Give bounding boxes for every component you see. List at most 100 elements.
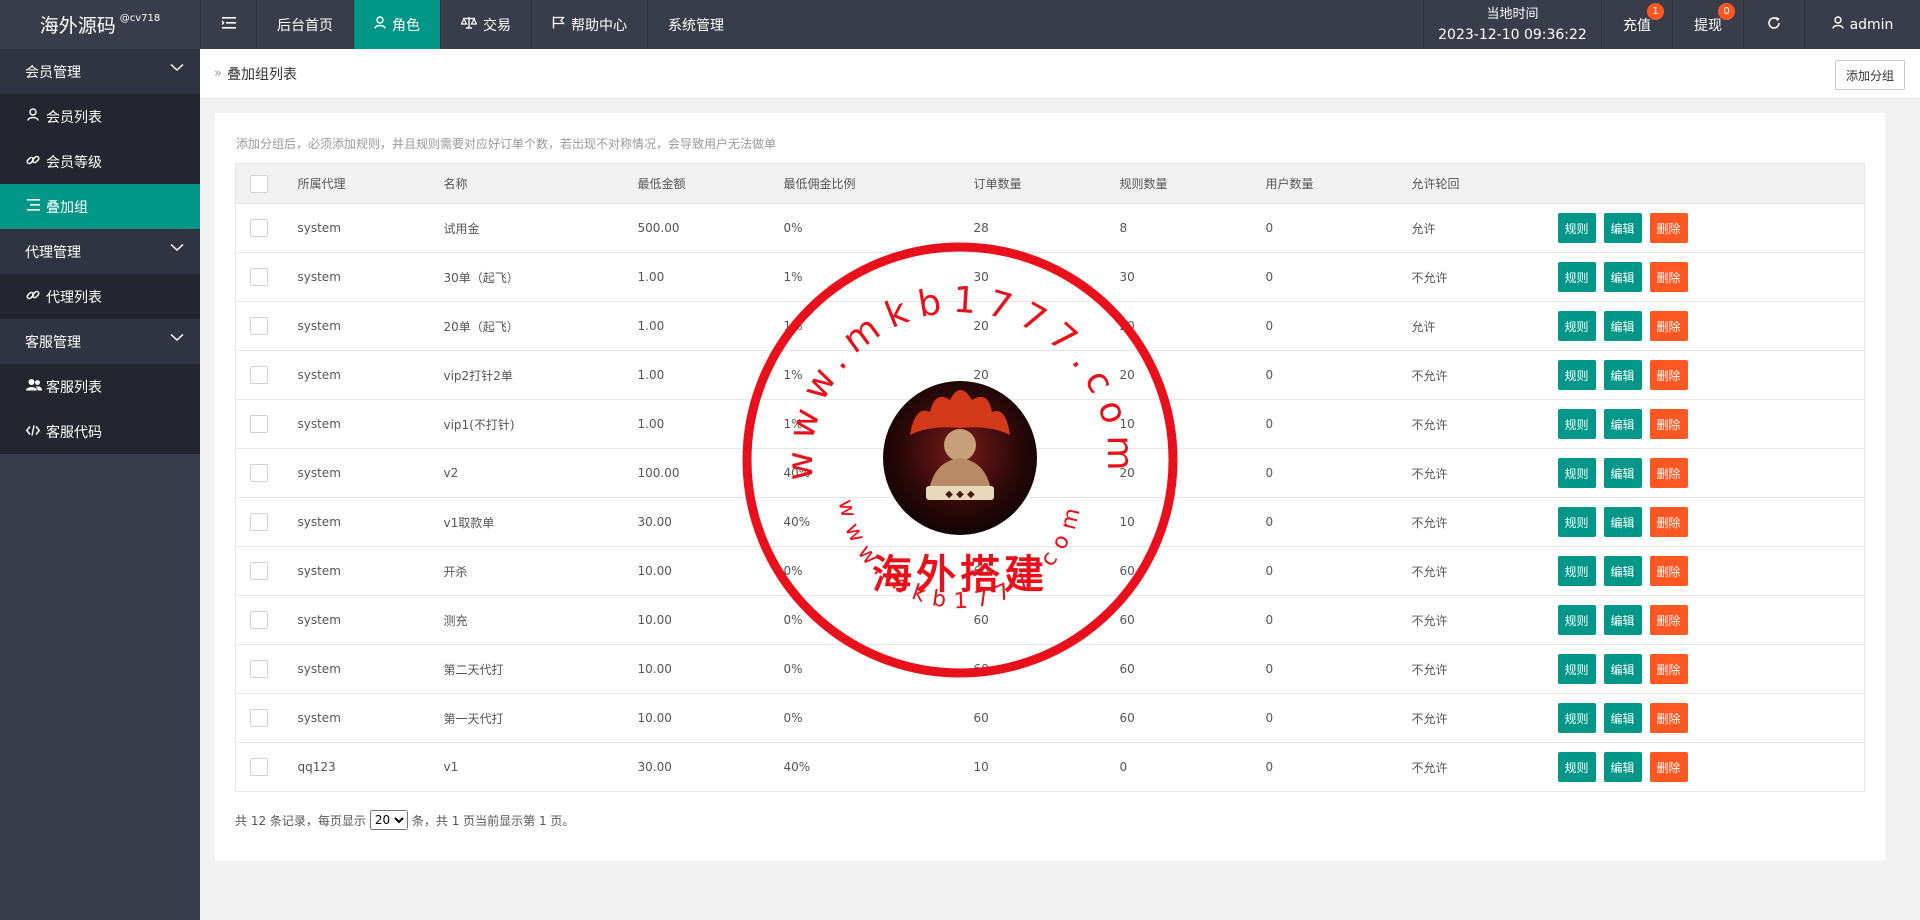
row-checkbox[interactable]	[250, 660, 268, 678]
select-all-checkbox[interactable]	[250, 174, 268, 193]
delete-button[interactable]: 删除	[1649, 360, 1688, 390]
sidebar-group-service[interactable]: 客服管理	[0, 319, 200, 364]
row-checkbox[interactable]	[250, 268, 268, 286]
cell-order-count: 30	[973, 252, 1120, 302]
row-checkbox[interactable]	[250, 758, 268, 776]
edit-button[interactable]: 编辑	[1603, 507, 1642, 537]
nav-item-help[interactable]: 帮助中心	[531, 0, 647, 49]
row-checkbox[interactable]	[250, 317, 268, 335]
top-nav: 后台首页 角色 交易 帮助中心 系统管理	[200, 0, 744, 49]
sidebar-item-member-list[interactable]: 会员列表	[0, 94, 200, 139]
refresh-icon	[1767, 16, 1781, 34]
rule-button[interactable]: 规则	[1557, 556, 1596, 586]
cell-agent: system	[297, 595, 444, 645]
cell-min-commission: 0%	[783, 546, 974, 596]
delete-button[interactable]: 删除	[1649, 262, 1688, 292]
app-logo[interactable]: 海外源码 @cv718	[0, 0, 200, 49]
delete-button[interactable]: 删除	[1649, 507, 1688, 537]
sidebar-item-member-level[interactable]: 会员等级	[0, 139, 200, 184]
sidebar-item-agent-list[interactable]: 代理列表	[0, 274, 200, 319]
rule-button[interactable]: 规则	[1557, 605, 1596, 635]
edit-button[interactable]: 编辑	[1603, 752, 1642, 782]
cell-name: 第一天代打	[443, 693, 638, 743]
cell-rule-count: 60	[1119, 546, 1266, 596]
cell-min-commission: 1%	[783, 399, 974, 449]
cell-agent: system	[297, 252, 444, 302]
delete-button[interactable]: 删除	[1649, 213, 1688, 243]
row-checkbox[interactable]	[250, 513, 268, 531]
edit-button[interactable]: 编辑	[1603, 262, 1642, 292]
delete-button[interactable]: 删除	[1649, 752, 1688, 782]
nav-item-system[interactable]: 系统管理	[647, 0, 744, 49]
sidebar-item-service-code[interactable]: 客服代码	[0, 409, 200, 454]
cell-min-commission: 40%	[783, 742, 974, 792]
cell-rule-count: 20	[1119, 448, 1266, 498]
edit-button[interactable]: 编辑	[1603, 458, 1642, 488]
col-header-agent: 所属代理	[297, 163, 444, 204]
rule-button[interactable]: 规则	[1557, 458, 1596, 488]
edit-button[interactable]: 编辑	[1603, 409, 1642, 439]
delete-button[interactable]: 删除	[1649, 409, 1688, 439]
recharge-button[interactable]: 充值 1	[1601, 0, 1672, 49]
delete-button[interactable]: 删除	[1649, 605, 1688, 635]
cell-user-count: 0	[1265, 693, 1412, 743]
header-right: 当地时间 2023-12-10 09:36:22 充值 1 提现 0 admin	[1423, 0, 1920, 49]
edit-button[interactable]: 编辑	[1603, 311, 1642, 341]
nav-item-trade[interactable]: 交易	[440, 0, 531, 49]
row-checkbox[interactable]	[250, 366, 268, 384]
delete-button[interactable]: 删除	[1649, 654, 1688, 684]
delete-button[interactable]: 删除	[1649, 458, 1688, 488]
edit-button[interactable]: 编辑	[1603, 654, 1642, 684]
delete-button[interactable]: 删除	[1649, 311, 1688, 341]
cell-user-count: 0	[1265, 399, 1412, 449]
add-group-button[interactable]: 添加分组	[1834, 60, 1905, 90]
rule-button[interactable]: 规则	[1557, 507, 1596, 537]
edit-button[interactable]: 编辑	[1603, 360, 1642, 390]
sidebar-item-overlay-group[interactable]: 叠加组	[0, 184, 200, 229]
row-checkbox[interactable]	[250, 562, 268, 580]
sidebar-group-agent[interactable]: 代理管理	[0, 229, 200, 274]
sidebar-item-service-list[interactable]: 客服列表	[0, 364, 200, 409]
nav-item-label: 系统管理	[668, 17, 724, 34]
cell-name: 30单（起飞）	[443, 252, 638, 302]
cell-name: 开杀	[443, 546, 638, 596]
row-select-cell	[235, 497, 298, 547]
delete-button[interactable]: 删除	[1649, 556, 1688, 586]
cell-rule-count: 60	[1119, 693, 1266, 743]
edit-button[interactable]: 编辑	[1603, 213, 1642, 243]
sidebar-group-member[interactable]: 会员管理	[0, 49, 200, 94]
rule-button[interactable]: 规则	[1557, 360, 1596, 390]
rule-button[interactable]: 规则	[1557, 752, 1596, 782]
table-row: system vip1(不打针) 1.00 1% 10 10 0 不允许 规则 编辑 删除	[235, 399, 1865, 449]
rule-button[interactable]: 规则	[1557, 654, 1596, 684]
nav-item-dashboard[interactable]: 后台首页	[256, 0, 353, 49]
rule-button[interactable]: 规则	[1557, 262, 1596, 292]
row-checkbox[interactable]	[250, 709, 268, 727]
cell-agent: system	[297, 203, 444, 253]
row-checkbox[interactable]	[250, 464, 268, 482]
rule-button[interactable]: 规则	[1557, 213, 1596, 243]
rule-button[interactable]: 规则	[1557, 703, 1596, 733]
cell-user-count: 0	[1265, 301, 1412, 351]
cell-allow-loop: 不允许	[1411, 644, 1558, 694]
row-checkbox[interactable]	[250, 611, 268, 629]
row-checkbox[interactable]	[250, 415, 268, 433]
users-icon	[26, 378, 42, 395]
rule-button[interactable]: 规则	[1557, 311, 1596, 341]
cell-order-count: 10	[973, 497, 1120, 547]
withdraw-button[interactable]: 提现 0	[1672, 0, 1743, 49]
edit-button[interactable]: 编辑	[1603, 605, 1642, 635]
edit-button[interactable]: 编辑	[1603, 556, 1642, 586]
user-menu[interactable]: admin	[1804, 0, 1920, 49]
cell-min-commission: 0%	[783, 203, 974, 253]
sidebar-item-label: 代理列表	[46, 289, 102, 306]
nav-item-role[interactable]: 角色	[353, 0, 440, 49]
row-checkbox[interactable]	[250, 219, 268, 237]
delete-button[interactable]: 删除	[1649, 703, 1688, 733]
cell-agent: system	[297, 448, 444, 498]
sidebar-toggle-button[interactable]	[200, 0, 256, 49]
rule-button[interactable]: 规则	[1557, 409, 1596, 439]
refresh-button[interactable]	[1743, 0, 1804, 49]
page-size-select[interactable]: 20	[369, 810, 408, 830]
edit-button[interactable]: 编辑	[1603, 703, 1642, 733]
